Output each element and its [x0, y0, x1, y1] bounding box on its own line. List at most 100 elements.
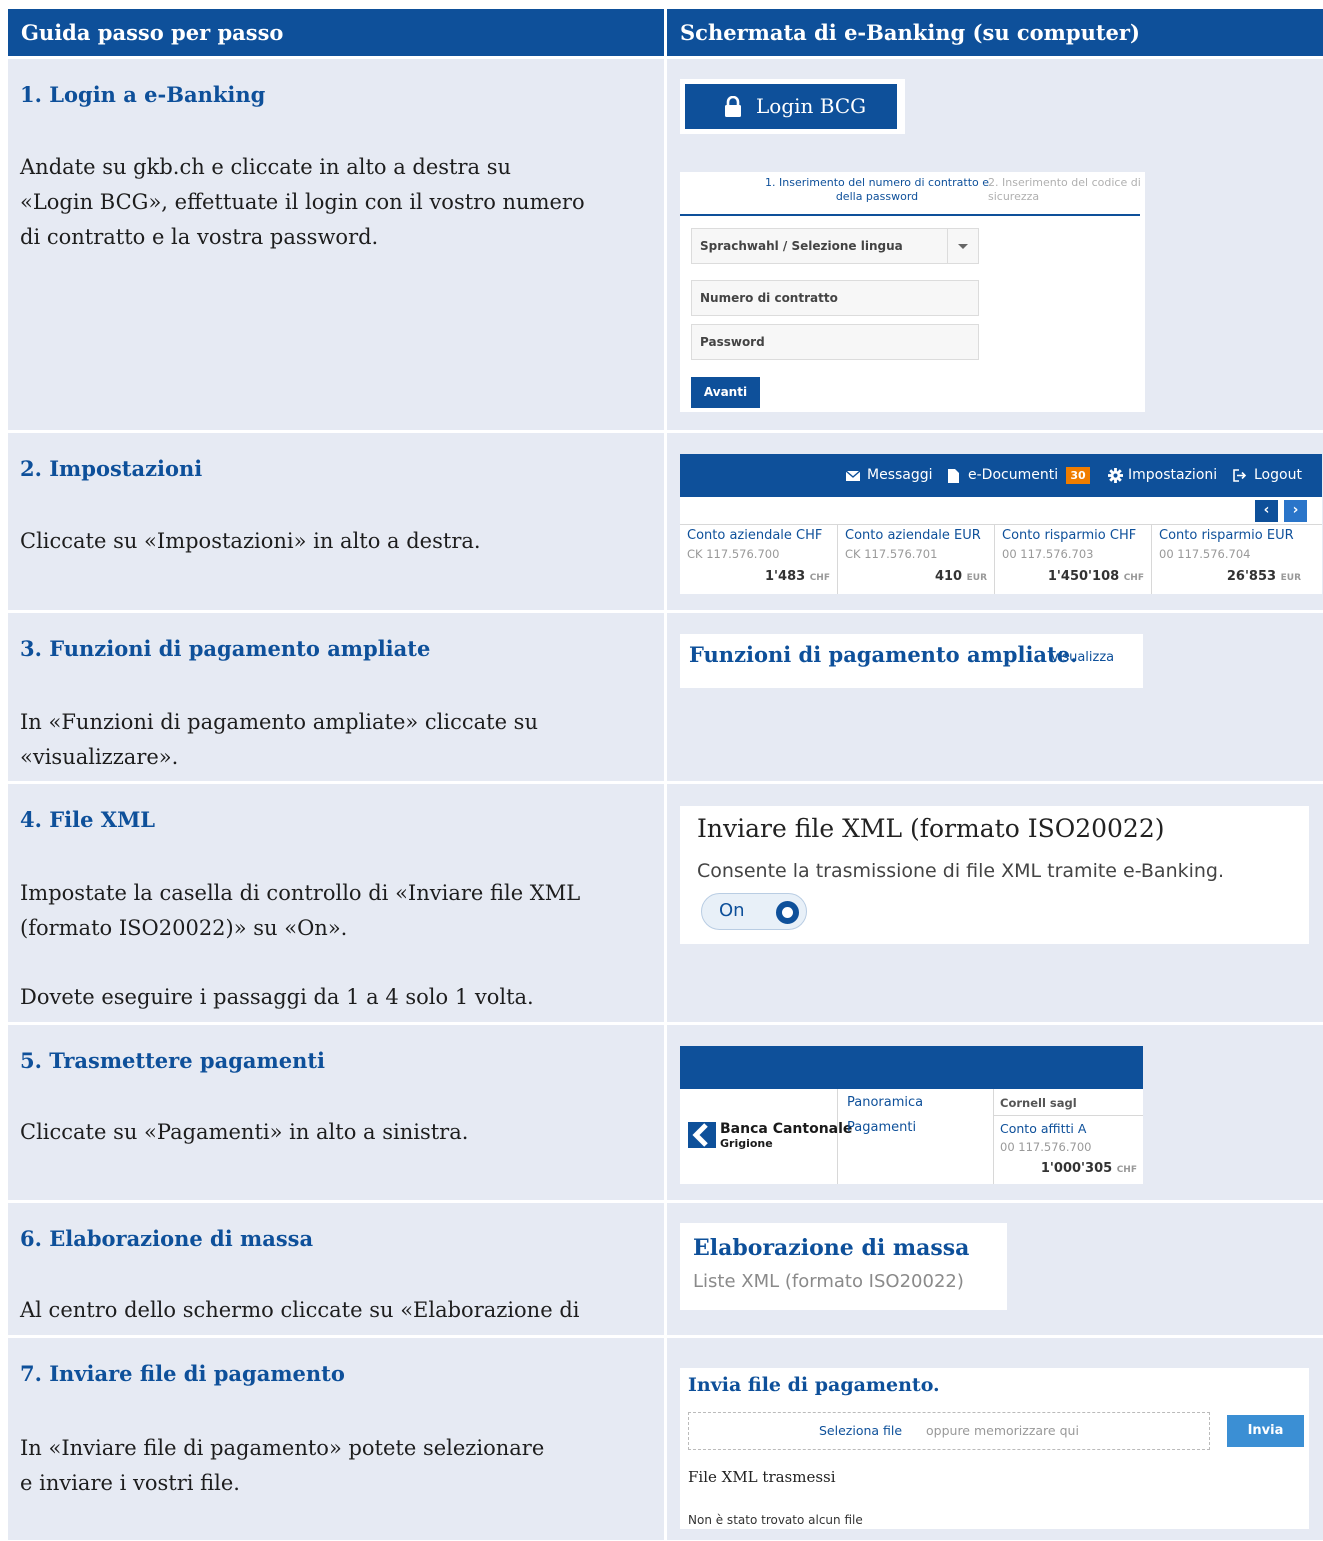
documents-badge: 30 [1066, 467, 1090, 484]
login-bcg-label: Login BCG [756, 94, 867, 118]
step-3-screenshot: Funzioni di pagamento ampliate. visualiz… [667, 613, 1323, 781]
nav-panel: Banca Cantonale Grigione Panoramica Paga… [680, 1089, 1143, 1184]
step-1-cell: 1. Login a e-Banking Andate su gkb.ch e … [8, 59, 664, 430]
lock-icon [725, 96, 741, 117]
account-balance: 1'450'108 CHF [1048, 569, 1144, 584]
account-number: CK 117.576.700 [687, 547, 780, 561]
drop-hint: oppure memorizzare qui [926, 1423, 1079, 1438]
contract-number-field[interactable]: Numero di contratto [691, 280, 979, 316]
xml-setting-description: Consente la trasmissione di file XML tra… [697, 860, 1225, 882]
logout-link[interactable]: Logout [1254, 454, 1302, 497]
account-number: 00 117.576.704 [1159, 547, 1251, 561]
step-4-text: Impostate la casella di controllo di «In… [20, 881, 581, 940]
step-7-title: 7. Inviare file di pagamento [20, 1361, 345, 1386]
xml-setting-title: Inviare file XML (formato ISO20022) [697, 814, 1165, 843]
login-button-frame: Login BCG [680, 79, 905, 134]
account-name: Conto risparmio EUR [1159, 528, 1294, 543]
step-1-title: 1. Login a e-Banking [20, 82, 266, 107]
send-button[interactable]: Invia [1227, 1415, 1304, 1447]
step-1-screenshot: Login BCG 1. Inserimento del numero di c… [667, 59, 1323, 430]
contract-number-placeholder: Numero di contratto [700, 291, 838, 305]
messages-link[interactable]: Messaggi [867, 454, 933, 497]
upload-panel: Invia file di pagamento. Seleziona file … [680, 1368, 1309, 1529]
step-5-screenshot: Banca Cantonale Grigione Panoramica Paga… [667, 1025, 1323, 1200]
step-7-text: In «Inviare file di pagamento» potete se… [20, 1436, 545, 1495]
select-file-link[interactable]: Seleziona file [819, 1423, 902, 1438]
account-selector-name[interactable]: Conto affitti A [1000, 1121, 1086, 1136]
account-number: CK 117.576.701 [845, 547, 938, 561]
header-left: Guida passo per passo [8, 9, 664, 56]
account-amount: 26'853 [1226, 569, 1277, 584]
top-navbar: Messaggi e-Documenti 30 Impostazioni Log… [680, 454, 1322, 497]
show-link[interactable]: visualizza [1051, 650, 1114, 665]
account-card[interactable]: Conto aziendale EUR CK 117.576.701 410 E… [838, 525, 995, 594]
step-6-title: 6. Elaborazione di massa [20, 1226, 314, 1251]
account-amount: 1'483 [765, 569, 806, 584]
step-6-screenshot: Elaborazione di massa Liste XML (formato… [667, 1203, 1323, 1335]
company-name: Cornell sagl [1000, 1096, 1077, 1110]
account-card[interactable]: Conto risparmio EUR 00 117.576.704 26'85… [1152, 525, 1322, 594]
language-select[interactable]: Sprachwahl / Selezione lingua [691, 228, 979, 264]
step-4-screenshot: Inviare file XML (formato ISO20022) Cons… [667, 784, 1323, 1022]
login-step-underline [680, 214, 1140, 216]
accounts-bar: ‹ › Conto aziendale CHF CK 117.576.700 1… [680, 497, 1322, 594]
step-3-title: 3. Funzioni di pagamento ampliate [20, 636, 431, 661]
account-selector-amount: 1'000'305 [1040, 1161, 1113, 1176]
step-6-cell: 6. Elaborazione di massa Al centro dello… [8, 1203, 664, 1357]
settings-link[interactable]: Impostazioni [1128, 454, 1217, 497]
account-currency: EUR [966, 573, 987, 583]
account-card[interactable]: Conto risparmio CHF 00 117.576.703 1'450… [995, 525, 1152, 594]
upload-dropzone[interactable]: Seleziona file oppure memorizzare qui [688, 1412, 1210, 1450]
account-name: Conto aziendale CHF [687, 528, 823, 543]
step-7-cell: 7. Inviare file di pagamento In «Inviare… [8, 1338, 664, 1540]
nav-divider-left [837, 1089, 838, 1184]
mass-processing-box[interactable]: Elaborazione di massa Liste XML (formato… [680, 1223, 1007, 1310]
account-currency: EUR [1280, 573, 1301, 583]
step-1-text: Andate su gkb.ch e cliccate in alto a de… [20, 155, 585, 249]
gear-icon [1108, 468, 1123, 483]
carousel-next-button[interactable]: › [1284, 500, 1307, 522]
upload-title: Invia file di pagamento. [688, 1374, 940, 1396]
extended-payments-title: Funzioni di pagamento ampliate. [689, 642, 1078, 667]
login-bcg-button[interactable]: Login BCG [685, 84, 897, 129]
nav-item-overview[interactable]: Panoramica [847, 1095, 923, 1110]
envelope-icon [846, 471, 860, 481]
step-3-text: In «Funzioni di pagamento ampliate» clic… [20, 710, 538, 769]
bank-name: Banca Cantonale [720, 1121, 853, 1137]
account-card[interactable]: Conto aziendale CHF CK 117.576.700 1'483… [680, 525, 838, 594]
account-selector-balance: 1'000'305 CHF [1041, 1161, 1137, 1176]
language-select-value: Sprachwahl / Selezione lingua [700, 239, 903, 253]
password-field[interactable]: Password [691, 324, 979, 360]
account-currency: CHF [809, 573, 830, 583]
step-3-cell: 3. Funzioni di pagamento ampliate In «Fu… [8, 613, 664, 781]
step-2-screenshot: Messaggi e-Documenti 30 Impostazioni Log… [667, 433, 1323, 610]
step-4-note: Dovete eseguire i passaggi da 1 a 4 solo… [20, 985, 534, 1009]
account-number: 00 117.576.703 [1002, 547, 1094, 561]
account-balance: 410 EUR [935, 569, 987, 584]
select-divider [947, 229, 948, 263]
carousel-prev-button[interactable]: ‹ [1255, 500, 1278, 522]
account-amount: 410 [934, 569, 963, 584]
documents-link[interactable]: e-Documenti [968, 454, 1058, 497]
password-placeholder: Password [700, 335, 765, 349]
account-balance: 1'483 CHF [765, 569, 830, 584]
bank-subname: Grigione [720, 1137, 773, 1150]
logout-icon [1233, 469, 1247, 482]
step-5-text: Cliccate su «Pagamenti» in alto a sinist… [20, 1120, 469, 1144]
xml-setting-box: Inviare file XML (formato ISO20022) Cons… [680, 806, 1309, 944]
chevron-down-icon [958, 244, 968, 249]
step-5-cell: 5. Trasmettere pagamenti Cliccate su «Pa… [8, 1025, 664, 1200]
nav-divider-right [993, 1089, 994, 1184]
nav-item-payments[interactable]: Pagamenti [847, 1120, 916, 1135]
account-name: Conto aziendale EUR [845, 528, 981, 543]
mass-processing-title: Elaborazione di massa [693, 1235, 970, 1261]
account-selector-number: 00 117.576.700 [1000, 1140, 1092, 1154]
login-step-2: 2. Inserimento del codice di sicurezza [988, 176, 1141, 203]
toggle-knob-icon [776, 901, 799, 924]
account-currency: CHF [1123, 573, 1144, 583]
avanti-button[interactable]: Avanti [691, 377, 760, 408]
no-files-message: Non è stato trovato alcun file [688, 1513, 863, 1527]
step-2-cell: 2. Impostazioni Cliccate su «Impostazion… [8, 433, 664, 610]
xml-toggle[interactable]: On [701, 893, 807, 930]
step-4-cell: 4. File XML Impostate la casella di cont… [8, 784, 664, 1022]
